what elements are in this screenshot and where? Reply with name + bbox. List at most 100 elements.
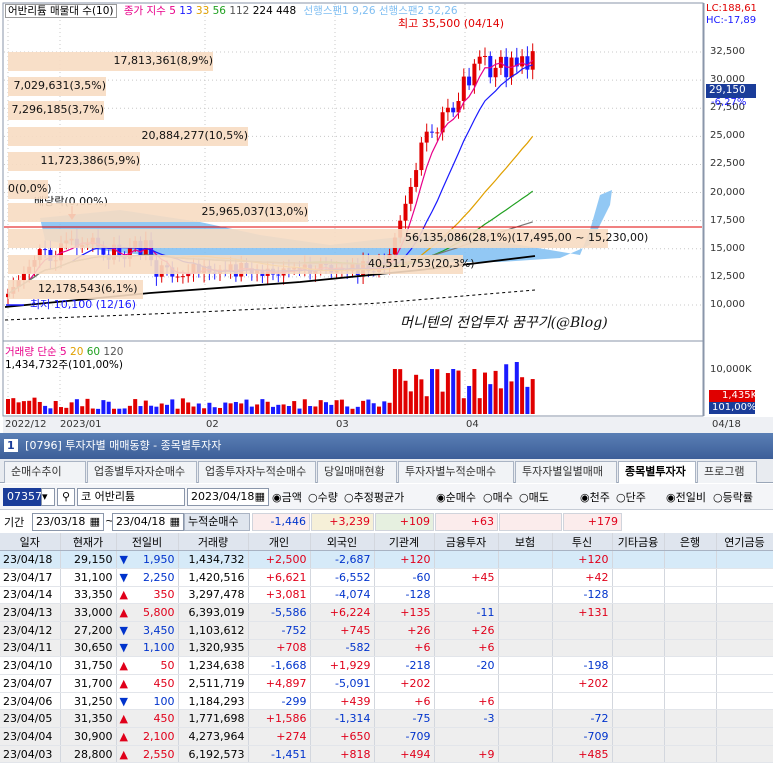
code-dropdown[interactable]: ▾ bbox=[41, 488, 55, 506]
table-cell: 1,103,612 bbox=[178, 621, 249, 640]
calendar-icon[interactable]: ▦ bbox=[90, 514, 100, 530]
radio-추정평균가[interactable]: ○추정평균가 bbox=[344, 489, 404, 507]
tab-0[interactable]: 순매수추이 bbox=[4, 461, 86, 483]
table-row[interactable]: 23/04/12 27,200 ▼ 3,450 1,103,612 -752 +745 +26… bbox=[0, 621, 773, 640]
table-row[interactable]: 23/04/03 28,800 ▲ 2,550 6,192,573 -1,451 +818 +… bbox=[0, 745, 773, 764]
column-header[interactable]: 기관계 bbox=[374, 533, 435, 552]
table-cell bbox=[716, 586, 773, 605]
date-tick: 04/18 bbox=[712, 419, 741, 430]
ma-legend-112: 112 bbox=[225, 5, 250, 17]
volume-bar bbox=[366, 399, 371, 414]
table-cell bbox=[612, 674, 665, 693]
table-cell: 31,750 bbox=[60, 656, 117, 675]
date-input[interactable]: 2023/04/18 ▦ bbox=[187, 488, 269, 506]
tab-5[interactable]: 투자자별일별매매 bbox=[515, 461, 617, 483]
volume-bar bbox=[80, 406, 85, 414]
change-value: 50 bbox=[160, 659, 175, 673]
radio-단주[interactable]: ○단주 bbox=[616, 489, 646, 507]
table-cell: 23/04/10 bbox=[0, 656, 61, 675]
table-cell bbox=[664, 621, 717, 640]
column-header[interactable]: 개인 bbox=[248, 533, 311, 552]
table-row[interactable]: 23/04/14 33,350 ▲ 350 3,297,478 +3,081 -4,074-… bbox=[0, 586, 773, 605]
radio-천주[interactable]: ◉천주 bbox=[580, 489, 610, 507]
radio-등락률[interactable]: ○등락률 bbox=[713, 489, 753, 507]
table-row[interactable]: 23/04/11 30,650 ▼ 1,100 1,320,935 +708 -582 +6 +… bbox=[0, 639, 773, 658]
table-cell: ▲ 5,800 bbox=[116, 603, 179, 622]
column-header[interactable]: 전일비 bbox=[116, 533, 179, 552]
tab-2[interactable]: 업종투자자누적순매수 bbox=[198, 461, 316, 483]
radio-매도[interactable]: ○매도 bbox=[519, 489, 549, 507]
radio-매수[interactable]: ○매수 bbox=[483, 489, 513, 507]
table-row[interactable]: 23/04/18 29,150 ▼ 1,950 1,434,732 +2,500 -2,68… bbox=[0, 550, 773, 569]
volume-profile-label: 56,135,086(28,1%)(17,495,00 ~ 15,230,00) bbox=[405, 231, 649, 244]
volume-bar bbox=[133, 399, 138, 414]
price-chart[interactable]: 어반리튬 매물대 수(10) 종가 지수 5 13 33 56 112 224 … bbox=[0, 0, 773, 433]
window-titlebar[interactable]: 1 [0796] 투자자별 매매동향 - 종목별투자자 bbox=[0, 433, 773, 459]
table-cell: ▲ 2,550 bbox=[116, 745, 179, 764]
up-arrow-icon: ▲ bbox=[119, 659, 128, 673]
radio-순매수[interactable]: ◉순매수 bbox=[436, 489, 476, 507]
table-cell: -75 bbox=[374, 709, 435, 729]
volume-bar bbox=[530, 379, 535, 414]
table-cell: +45 bbox=[434, 568, 499, 587]
column-header[interactable]: 연기금등 bbox=[716, 533, 773, 552]
ma-legend-224: 224 bbox=[249, 5, 273, 17]
stock-name-field[interactable]: 코 어반리튬 bbox=[77, 488, 185, 506]
table-cell: -752 bbox=[248, 621, 311, 640]
investor-table[interactable]: 일자 현재가 전일비 거래량 개인 외국인 기관계 금융투자 보험 투신 기타금융 은행 연기금등 23… bbox=[0, 533, 773, 765]
volume-bar bbox=[509, 381, 514, 414]
table-row[interactable]: 23/04/07 31,700 ▲ 450 2,511,719 +4,897 -5,091 +… bbox=[0, 674, 773, 693]
calendar-icon[interactable]: ▦ bbox=[170, 514, 180, 530]
radio-금액[interactable]: ◉금액 bbox=[272, 489, 302, 507]
column-header[interactable]: 보험 bbox=[498, 533, 553, 552]
table-cell: 23/04/04 bbox=[0, 727, 61, 746]
volume-bar bbox=[424, 396, 429, 414]
stock-name: 어반리튬 bbox=[94, 490, 136, 503]
column-header[interactable]: 외국인 bbox=[310, 533, 375, 552]
column-header[interactable]: 현재가 bbox=[60, 533, 117, 552]
table-row[interactable]: 23/04/05 31,350 ▲ 450 1,771,698 +1,586 -1,314-… bbox=[0, 709, 773, 729]
volume-bar bbox=[525, 386, 530, 414]
table-cell: ▲ 450 bbox=[116, 709, 179, 729]
table-cell: ▼ 2,250 bbox=[116, 568, 179, 587]
table-row[interactable]: 23/04/10 31,750 ▲ 50 1,234,638 -1,668 +1,929 -2… bbox=[0, 656, 773, 675]
cumulative-value: -1,446 bbox=[252, 513, 310, 531]
candle-body bbox=[472, 63, 477, 86]
calendar-icon[interactable]: ▦ bbox=[255, 489, 265, 505]
volume-bar bbox=[175, 408, 180, 414]
change-value: 1,950 bbox=[143, 553, 175, 567]
table-cell: -218 bbox=[374, 656, 435, 675]
radio-전일비[interactable]: ◉전일비 bbox=[666, 489, 706, 507]
tab-1[interactable]: 업종별투자자순매수 bbox=[87, 461, 197, 483]
column-header[interactable]: 기타금융 bbox=[612, 533, 665, 552]
table-cell bbox=[664, 656, 717, 675]
search-icon[interactable]: ⚲ bbox=[57, 488, 75, 506]
candle-body bbox=[477, 56, 482, 64]
tab-7[interactable]: 프로그램 bbox=[697, 461, 757, 483]
from-date-input[interactable]: 23/03/18 ▦ bbox=[32, 513, 104, 531]
table-cell bbox=[552, 639, 613, 658]
column-header[interactable]: 은행 bbox=[664, 533, 717, 552]
radio-수량[interactable]: ○수량 bbox=[308, 489, 338, 507]
stock-code-input[interactable]: 073570 bbox=[3, 488, 49, 506]
column-header[interactable]: 일자 bbox=[0, 533, 61, 552]
column-header[interactable]: 금융투자 bbox=[434, 533, 499, 552]
volume-bar bbox=[106, 401, 111, 414]
tab-3[interactable]: 당일매매현황 bbox=[317, 461, 397, 483]
table-row[interactable]: 23/04/17 31,100 ▼ 2,250 1,420,516 +6,621 -6,55… bbox=[0, 568, 773, 587]
table-row[interactable]: 23/04/13 33,000 ▲ 5,800 6,393,019 -5,586 +6,22… bbox=[0, 603, 773, 622]
table-cell bbox=[716, 603, 773, 622]
to-date-input[interactable]: 23/04/18 ▦ bbox=[112, 513, 184, 531]
volume-bar bbox=[387, 402, 392, 414]
column-header[interactable]: 거래량 bbox=[178, 533, 249, 552]
volume-profile-label: 17,813,361(8,9%) bbox=[113, 54, 213, 67]
column-header[interactable]: 투신 bbox=[552, 533, 613, 552]
change-value: 350 bbox=[153, 588, 175, 602]
table-row[interactable]: 23/04/04 30,900 ▲ 2,100 4,273,964 +274 +650 -70… bbox=[0, 727, 773, 746]
ma-legend-448: 448 bbox=[272, 5, 297, 17]
volume-bar bbox=[345, 406, 350, 414]
table-row[interactable]: 23/04/06 31,250 ▼ 100 1,184,293 -299 +439 +6 +6 bbox=[0, 692, 773, 711]
tab-4[interactable]: 투자자별누적순매수 bbox=[398, 461, 514, 483]
tab-6[interactable]: 종목별투자자 bbox=[618, 461, 696, 483]
stock-title[interactable]: 어반리튬 매물대 수(10) bbox=[5, 4, 117, 18]
